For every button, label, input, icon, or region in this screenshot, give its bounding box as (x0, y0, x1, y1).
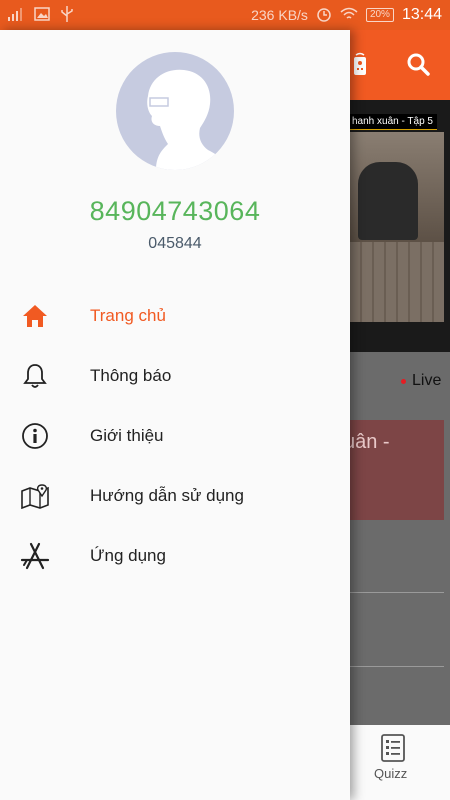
avatar-silhouette-icon (147, 69, 228, 170)
user-phone: 84904743064 (89, 196, 261, 226)
menu-item-home[interactable]: Trang chủ (0, 286, 350, 346)
avatar[interactable] (116, 52, 234, 170)
map-icon (20, 481, 50, 511)
menu-item-guide[interactable]: Hướng dẫn sử dụng (0, 466, 350, 526)
battery-indicator: 20% (365, 8, 394, 22)
usb-icon (60, 5, 74, 25)
list-divider (350, 592, 444, 593)
app-store-icon (20, 541, 50, 571)
menu-item-about[interactable]: Giới thiệu (0, 406, 350, 466)
menu-item-label: Giới thiệu (90, 426, 164, 445)
menu-item-label: Hướng dẫn sử dụng (90, 486, 244, 505)
menu-item-notifications[interactable]: Thông báo (0, 346, 350, 406)
network-speed: 236 KB/s (251, 7, 308, 23)
image-icon (34, 6, 50, 24)
video-railing (350, 242, 444, 322)
signal-icon (8, 7, 24, 24)
list-divider (350, 666, 444, 667)
quizz-tab-label[interactable]: Quizz (374, 766, 407, 781)
video-frame (350, 132, 444, 322)
video-person (358, 162, 418, 240)
quiz-list-icon[interactable] (381, 734, 405, 762)
menu-item-label: Ứng dụng (90, 546, 166, 565)
live-dot (401, 379, 406, 384)
status-clock: 13:44 (401, 6, 442, 23)
bell-icon (20, 361, 50, 391)
video-title: hanh xuân - Tập 5 (348, 114, 437, 130)
alarm-icon (316, 6, 332, 25)
menu-item-apps[interactable]: Ứng dụng (0, 526, 350, 586)
search-icon[interactable] (402, 48, 434, 80)
drawer-menu: Trang chủ Thông báo Giới thiệu Hướng dẫn… (0, 286, 350, 586)
live-label[interactable]: Live (412, 372, 441, 390)
status-bar: 236 KB/s 20% 13:44 (0, 0, 450, 30)
menu-item-label: Thông báo (90, 366, 172, 385)
episode-card-title: uân - (344, 431, 390, 453)
wifi-icon (340, 7, 358, 24)
menu-item-label: Trang chủ (90, 306, 166, 325)
navigation-drawer: 84904743064 045844 Trang chủ Thông báo G… (0, 30, 350, 800)
user-id: 045844 (148, 235, 202, 252)
info-icon (20, 421, 50, 451)
home-icon (20, 301, 50, 331)
